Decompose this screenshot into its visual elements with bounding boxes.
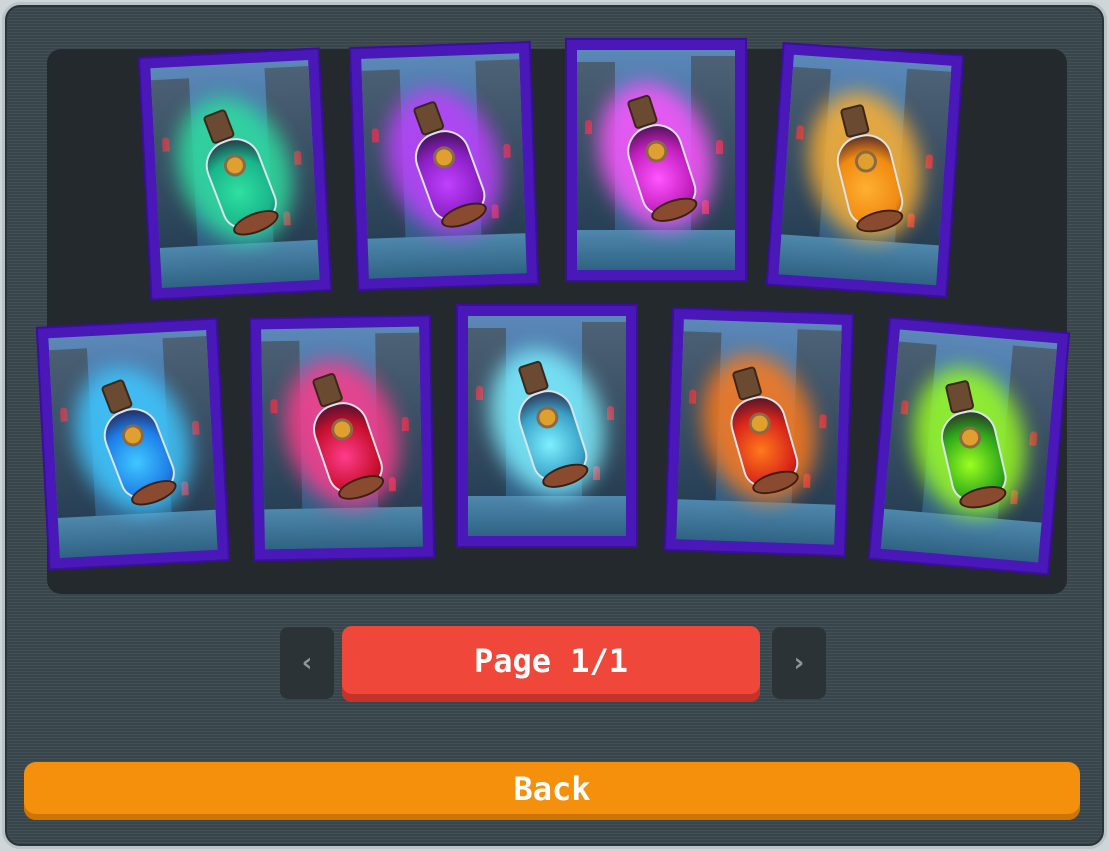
ground <box>159 239 320 288</box>
cyan-potion-card[interactable] <box>458 306 636 546</box>
card-art <box>676 319 842 545</box>
chevron-left-icon: ‹ <box>301 648 313 678</box>
back-button[interactable]: Back <box>24 762 1080 820</box>
window <box>819 414 827 429</box>
window <box>795 125 804 140</box>
window <box>716 140 723 154</box>
card-art <box>150 60 320 288</box>
ground <box>57 509 218 558</box>
window <box>925 154 934 169</box>
card-art <box>261 326 423 550</box>
magenta-potion-card[interactable] <box>567 40 745 280</box>
window <box>293 150 302 165</box>
card-art <box>577 50 735 270</box>
prev-page-button[interactable]: ‹ <box>280 627 334 699</box>
card-art <box>468 316 626 536</box>
ground <box>676 499 836 545</box>
window <box>270 399 278 414</box>
window <box>1029 431 1038 446</box>
window <box>607 406 614 420</box>
purple-potion-card[interactable] <box>350 42 538 290</box>
red-potion-card[interactable] <box>665 308 853 556</box>
crimson-potion-card[interactable] <box>250 316 434 560</box>
page-indicator-button[interactable]: Page 1/1 <box>342 626 760 702</box>
ground <box>264 506 423 550</box>
card-art <box>361 53 527 279</box>
window <box>60 407 68 422</box>
window <box>688 389 697 404</box>
green-potion-card[interactable] <box>869 318 1069 574</box>
window <box>191 420 200 435</box>
card-art <box>880 329 1058 563</box>
chevron-right-icon: › <box>793 648 805 678</box>
window <box>162 137 170 152</box>
ground <box>367 233 527 279</box>
window <box>371 128 380 143</box>
flask-cork <box>944 379 975 415</box>
blue-potion-card[interactable] <box>37 319 229 569</box>
window <box>900 399 909 415</box>
window <box>585 120 592 134</box>
orange-potion-card[interactable] <box>767 44 963 296</box>
ground <box>577 230 735 270</box>
window <box>503 143 511 158</box>
card-art <box>48 330 218 558</box>
window <box>401 416 409 431</box>
teal-potion-card[interactable] <box>139 49 331 299</box>
window <box>476 386 483 400</box>
ground <box>468 496 626 536</box>
next-page-button[interactable]: › <box>772 627 826 699</box>
card-art <box>778 54 952 286</box>
